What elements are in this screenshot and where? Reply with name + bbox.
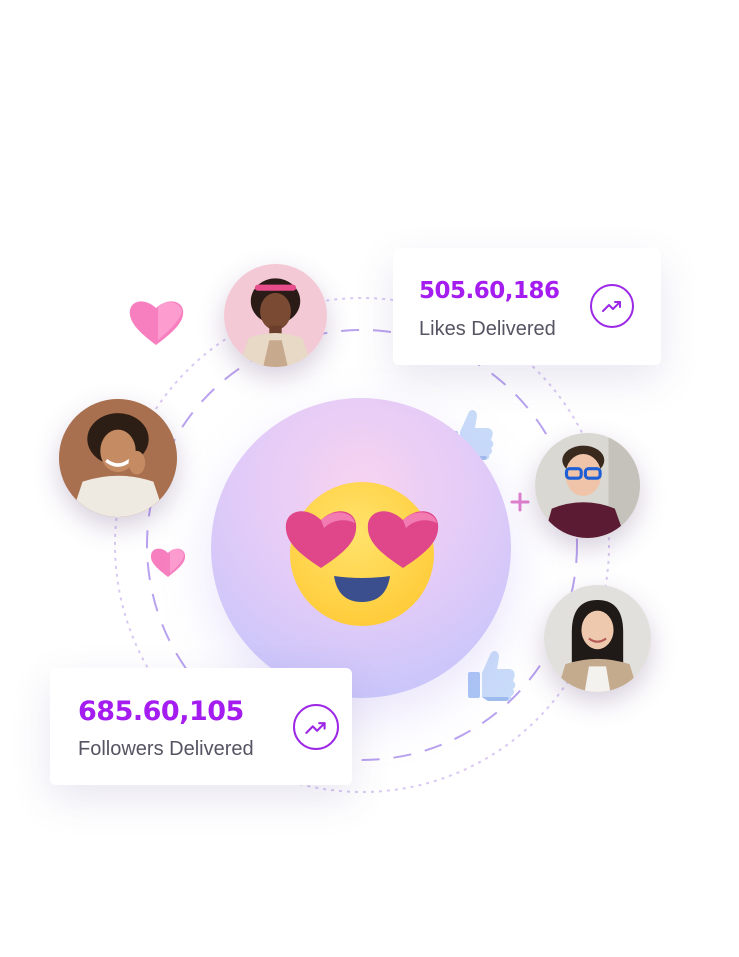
followers-delivered-card: 685.60,105 Followers Delivered <box>50 668 352 785</box>
avatar-woman-afro <box>224 264 327 367</box>
trending-up-icon <box>293 704 339 750</box>
heart-eyes-emoji <box>285 482 439 626</box>
likes-count: 505.60,186 <box>419 278 560 304</box>
thumbs-up-icon <box>468 651 516 701</box>
followers-count: 685.60,105 <box>78 696 244 727</box>
followers-label: Followers Delivered <box>78 738 254 760</box>
likes-label: Likes Delivered <box>419 318 556 340</box>
avatar-woman-long-hair <box>544 585 651 692</box>
plus-icon <box>510 492 530 512</box>
heart-icon <box>150 548 186 577</box>
likes-delivered-card: 505.60,186 Likes Delivered <box>393 248 661 365</box>
avatar-man-glasses <box>535 433 640 538</box>
heart-icon <box>129 301 184 345</box>
trending-up-icon <box>590 284 634 328</box>
avatar-man-curly-hair <box>59 399 177 517</box>
